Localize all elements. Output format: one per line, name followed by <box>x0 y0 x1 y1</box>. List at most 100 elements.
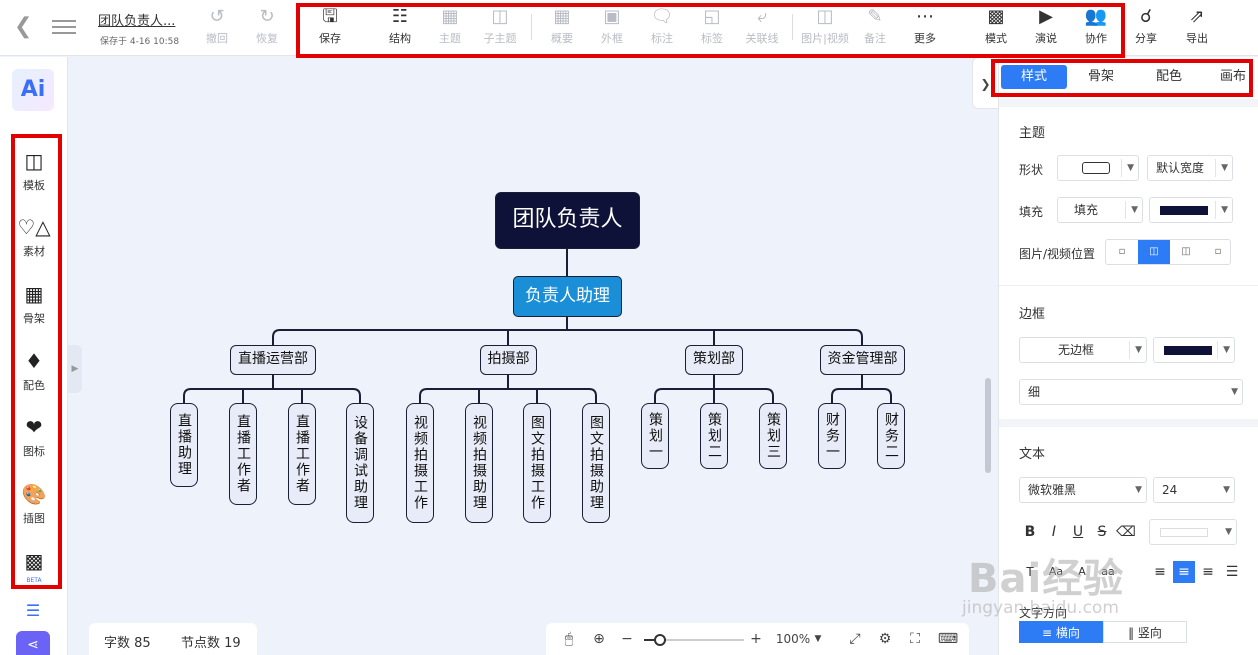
shape-label: 形状 <box>1019 163 1044 177</box>
font-size-select[interactable]: 24 ▼ <box>1153 477 1235 503</box>
width-select[interactable]: 默认宽度 ▼ <box>1147 155 1233 181</box>
zoom-slider-handle[interactable] <box>654 634 666 646</box>
gear-icon[interactable]: ⚙ <box>874 628 896 650</box>
shape-select[interactable]: ▼ <box>1057 155 1139 181</box>
strikethrough-icon[interactable]: S <box>1091 521 1113 543</box>
mouse-icon[interactable]: 🖱 <box>558 628 580 650</box>
bold-icon[interactable]: B <box>1019 521 1041 543</box>
zoom-toolbar: 🖱 ⊕ − + 100% ▼ ⤢ ⚙ ⛶ ⌨ <box>546 623 969 655</box>
highlight-box-toolbar <box>296 3 1125 58</box>
border-style-select[interactable]: 无边框 ▼ <box>1019 337 1147 363</box>
align-right-icon[interactable]: ≡ <box>1197 561 1219 583</box>
mindmap-leaf-node[interactable]: 财务二 <box>877 403 905 469</box>
zoom-level[interactable]: 100% <box>774 628 812 650</box>
mindmap-dept-node[interactable]: 资金管理部 <box>820 345 905 375</box>
export-button[interactable]: ⇗ 导出 <box>1172 4 1222 52</box>
mindmap-canvas[interactable]: 团队负责人 负责人助理 直播运营部 拍摄部 策划部 资金管理部 直播助理 直播工… <box>69 57 997 655</box>
share-icon: ☌ <box>1139 6 1153 27</box>
mindmap-dept-node[interactable]: 策划部 <box>685 345 743 375</box>
zoom-out-icon[interactable]: − <box>618 628 636 650</box>
mindmap-leaf-node[interactable]: 图文拍摄工作 <box>523 403 551 523</box>
text-section-title: 文本 <box>1019 447 1046 462</box>
horizontal-text-button[interactable]: ≡ 横向 <box>1019 621 1103 643</box>
fill-select[interactable]: 填充 ▼ <box>1057 197 1143 223</box>
color-swatch <box>1164 346 1212 355</box>
fill-color-select[interactable]: ▼ <box>1149 197 1233 223</box>
chevron-down-icon: ▼ <box>1221 205 1228 215</box>
chevron-down-icon: ▼ <box>1135 345 1142 355</box>
chevron-down-icon[interactable]: ▼ <box>812 628 824 650</box>
mindmap-leaf-node[interactable]: 视频拍摄工作 <box>406 403 434 523</box>
undo-button[interactable]: ↺ 撤回 <box>192 4 242 52</box>
vertical-text-button[interactable]: ‖ 竖向 <box>1103 621 1187 643</box>
mindmap-leaf-node[interactable]: 设备调试助理 <box>346 403 374 523</box>
save-status: 保存于 4-16 10:58 <box>100 37 180 47</box>
chevron-down-icon: ▼ <box>1221 163 1228 173</box>
export-icon: ⇗ <box>1189 6 1205 27</box>
mindmap-leaf-node[interactable]: 直播工作者 <box>288 403 316 505</box>
eraser-icon[interactable]: ⌫ <box>1115 521 1137 543</box>
border-color-select[interactable]: ▼ <box>1153 337 1235 363</box>
chevron-down-icon: ▼ <box>1223 485 1230 495</box>
node-count: 节点数 19 <box>181 636 241 651</box>
mindmap-leaf-node[interactable]: 策划二 <box>700 403 728 469</box>
redo-icon: ↻ <box>259 6 275 27</box>
color-swatch <box>1160 206 1208 215</box>
fullscreen-icon[interactable]: ⛶ <box>904 628 926 650</box>
position-right-button[interactable]: ▫ <box>1202 240 1234 264</box>
back-icon[interactable]: ❮ <box>14 14 38 40</box>
color-swatch <box>1160 528 1208 537</box>
word-count: 字数 85 <box>104 636 151 651</box>
highlight-box-sidebar <box>11 134 62 589</box>
chevron-down-icon: ▼ <box>1223 345 1230 355</box>
mindmap-root-node[interactable]: 团队负责人 <box>495 192 640 249</box>
watermark-logo: Bai经验 <box>968 556 1125 602</box>
text-color-select[interactable]: ▼ <box>1149 519 1237 545</box>
undo-icon: ↺ <box>209 6 225 27</box>
watermark-url: jingyan.baidu.com <box>962 598 1119 618</box>
font-family-select[interactable]: 微软雅黑 ▼ <box>1019 477 1147 503</box>
document-title[interactable]: 团队负责人... <box>98 10 175 29</box>
border-weight-select[interactable]: 细 ▼ <box>1019 379 1243 405</box>
chevron-down-icon: ▼ <box>1135 485 1142 495</box>
mindmap-leaf-node[interactable]: 直播工作者 <box>229 403 257 505</box>
locate-icon[interactable]: ⊕ <box>588 628 610 650</box>
position-top-button[interactable]: ◫ <box>1138 240 1170 264</box>
mindmap-leaf-node[interactable]: 策划三 <box>759 403 787 469</box>
underline-icon[interactable]: U <box>1067 521 1089 543</box>
align-center-icon[interactable]: ≡ <box>1173 561 1195 583</box>
status-bar: 字数 85 节点数 19 <box>89 623 257 655</box>
fill-label: 填充 <box>1019 205 1044 219</box>
mindmap-leaf-node[interactable]: 财务一 <box>818 403 846 469</box>
ai-logo[interactable]: Ai <box>12 69 54 111</box>
mindmap-leaf-node[interactable]: 策划一 <box>641 403 669 469</box>
outline-list-icon[interactable]: ☰ <box>18 597 48 625</box>
fit-screen-icon[interactable]: ⤢ <box>844 628 866 650</box>
share-button[interactable]: ☌ 分享 <box>1121 4 1171 52</box>
chevron-down-icon: ▼ <box>1131 205 1138 215</box>
zoom-in-icon[interactable]: + <box>746 628 766 650</box>
mindmap-assistant-node[interactable]: 负责人助理 <box>513 276 622 317</box>
align-left-icon[interactable]: ≡ <box>1149 561 1171 583</box>
mindmap-leaf-node[interactable]: 图文拍摄助理 <box>582 403 610 523</box>
keyboard-icon[interactable]: ⌨ <box>934 628 962 650</box>
rounded-rect-shape-icon <box>1082 162 1110 174</box>
position-left-button[interactable]: ▫ <box>1106 240 1138 264</box>
menu-icon[interactable] <box>52 16 76 38</box>
chevron-down-icon: ▼ <box>1127 163 1134 173</box>
mindmap-dept-node[interactable]: 直播运营部 <box>230 345 316 375</box>
canvas-scrollbar[interactable] <box>985 378 991 473</box>
border-section-title: 边框 <box>1019 307 1046 322</box>
justify-icon[interactable]: ☰ <box>1221 561 1243 583</box>
position-bottom-button[interactable]: ◫ <box>1170 240 1202 264</box>
mindmap-dept-node[interactable]: 拍摄部 <box>480 345 537 375</box>
redo-button[interactable]: ↻ 恢复 <box>242 4 292 52</box>
text-format-group: B I U S ⌫ <box>1019 521 1145 543</box>
topic-section-title: 主题 <box>1019 126 1046 141</box>
mindmap-switch-icon[interactable]: ⋖ <box>16 631 50 655</box>
chevron-down-icon: ▼ <box>1225 527 1232 537</box>
italic-icon[interactable]: I <box>1043 521 1065 543</box>
mindmap-leaf-node[interactable]: 直播助理 <box>170 403 198 487</box>
media-position-group: ▫ ◫ ◫ ▫ <box>1105 239 1231 265</box>
mindmap-leaf-node[interactable]: 视频拍摄助理 <box>465 403 493 523</box>
